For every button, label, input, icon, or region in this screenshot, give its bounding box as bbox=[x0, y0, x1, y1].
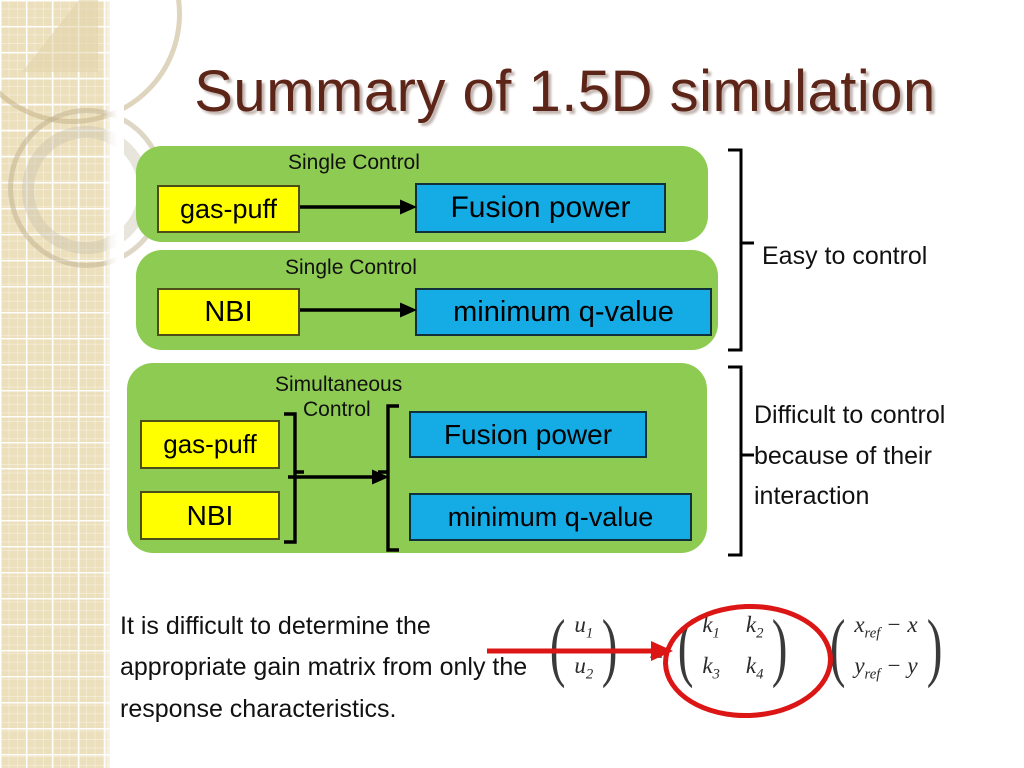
highlight-arrow-icon bbox=[487, 641, 673, 661]
panel-3-caption-line2: Control bbox=[303, 398, 371, 421]
side-brace-difficult-to-control bbox=[728, 365, 754, 557]
input-box-nbi-3: NBI bbox=[140, 491, 280, 540]
decorative-left-band bbox=[0, 0, 110, 768]
annotation-easy-to-control: Easy to control bbox=[762, 242, 928, 270]
output-box-fusion-power-1: Fusion power bbox=[415, 183, 666, 233]
bottom-paragraph: It is difficult to determine the appropr… bbox=[120, 612, 528, 723]
panel-1-caption: Single Control bbox=[288, 151, 420, 174]
annotation-difficult-to-control: Difficult to control because of their in… bbox=[754, 401, 946, 510]
output-box-minimum-q-value-3: minimum q-value bbox=[409, 493, 692, 541]
input-box-gas-puff-1: gas-puff bbox=[157, 185, 300, 233]
slide-canvas: Summary of 1.5D simulation Single Contro… bbox=[0, 0, 1024, 768]
arrow-icon-panel-1 bbox=[300, 199, 417, 215]
gain-matrix-equation: ( u1 u2 ) = ( k1 k2 k3 k4 ) ( bbox=[487, 600, 1015, 721]
panel-2-caption: Single Control bbox=[285, 256, 417, 279]
slide-title: Summary of 1.5D simulation bbox=[194, 59, 936, 124]
cell-x-error: xref − x bbox=[854, 612, 918, 642]
input-box-nbi-2: NBI bbox=[157, 288, 300, 336]
input-box-gas-puff-3: gas-puff bbox=[140, 420, 280, 469]
arrow-icon-panel-2 bbox=[300, 302, 417, 318]
cell-y-error: yref − y bbox=[854, 652, 918, 683]
output-box-minimum-q-value-2: minimum q-value bbox=[415, 288, 712, 336]
arrow-icon-panel-3 bbox=[288, 469, 389, 485]
paren-open-e: ( bbox=[829, 605, 846, 690]
panel-3-caption-line1: Simultaneous bbox=[275, 373, 403, 396]
output-box-fusion-power-3: Fusion power bbox=[409, 411, 647, 458]
paren-close-e: ) bbox=[926, 605, 943, 690]
side-brace-easy-to-control bbox=[728, 148, 754, 352]
matrix-error-vector: ( xref − x yref − y ) bbox=[825, 605, 947, 690]
